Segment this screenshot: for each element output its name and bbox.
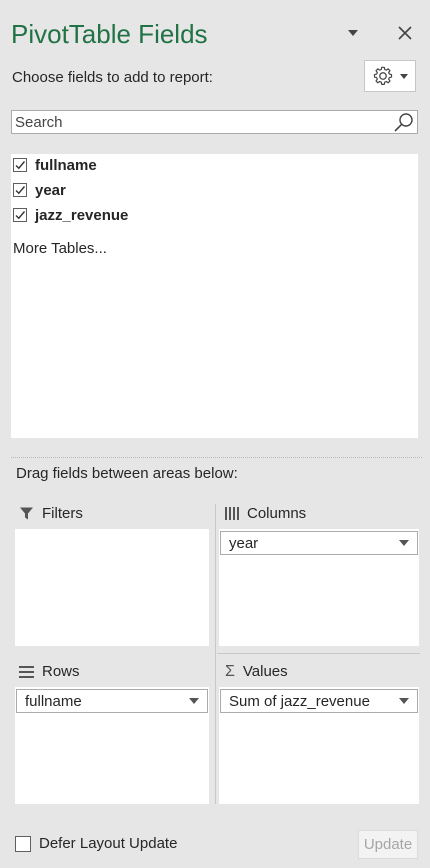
field-item-year[interactable]: year bbox=[13, 179, 66, 201]
rows-icon bbox=[19, 665, 34, 678]
field-item-jazz-revenue[interactable]: jazz_revenue bbox=[13, 204, 128, 226]
area-splitter-horizontal bbox=[217, 653, 420, 654]
checkmark-icon bbox=[15, 186, 26, 195]
columns-label: Columns bbox=[247, 505, 307, 522]
choose-fields-label: Choose fields to add to report: bbox=[12, 69, 213, 86]
close-icon bbox=[398, 26, 412, 40]
rows-label: Rows bbox=[42, 663, 80, 680]
field-checkbox-jazz-revenue[interactable] bbox=[13, 208, 27, 222]
filters-drop-area[interactable] bbox=[15, 529, 209, 646]
checkmark-icon bbox=[15, 161, 26, 170]
pill-label: Sum of jazz_revenue bbox=[229, 692, 370, 710]
rows-field-pill[interactable]: fullname bbox=[16, 689, 208, 713]
area-splitter-vertical[interactable] bbox=[215, 504, 216, 804]
field-list: fullname year jazz_revenue More Tables..… bbox=[11, 154, 418, 438]
chevron-down-icon[interactable] bbox=[399, 540, 409, 546]
defer-layout-option[interactable]: Defer Layout Update bbox=[15, 835, 177, 852]
defer-layout-label: Defer Layout Update bbox=[39, 835, 178, 852]
columns-area-header: Columns bbox=[225, 505, 306, 522]
pill-label: fullname bbox=[25, 692, 82, 710]
chevron-down-icon bbox=[400, 73, 408, 79]
rows-drop-area[interactable]: fullname bbox=[15, 687, 209, 804]
values-drop-area[interactable]: Sum of jazz_revenue bbox=[219, 687, 419, 804]
sigma-icon: Σ bbox=[225, 662, 235, 680]
field-label: fullname bbox=[35, 156, 97, 174]
drag-fields-label: Drag fields between areas below: bbox=[16, 465, 238, 482]
defer-layout-checkbox[interactable] bbox=[15, 835, 31, 852]
update-button[interactable]: Update bbox=[358, 830, 418, 859]
rows-area-header: Rows bbox=[19, 663, 80, 680]
search-field[interactable] bbox=[11, 110, 418, 134]
columns-icon bbox=[225, 507, 239, 520]
tools-button[interactable] bbox=[364, 60, 416, 92]
chevron-down-icon[interactable] bbox=[189, 698, 199, 704]
filters-area-header: Filters bbox=[19, 505, 83, 522]
columns-field-pill[interactable]: year bbox=[220, 531, 418, 555]
field-item-fullname[interactable]: fullname bbox=[13, 154, 97, 176]
values-field-pill[interactable]: Sum of jazz_revenue bbox=[220, 689, 418, 713]
gear-icon bbox=[373, 66, 393, 85]
columns-drop-area[interactable]: year bbox=[219, 529, 419, 646]
close-button[interactable] bbox=[395, 23, 415, 43]
search-input[interactable] bbox=[12, 111, 385, 133]
values-label: Values bbox=[242, 663, 288, 680]
more-tables-link[interactable]: More Tables... bbox=[13, 240, 107, 257]
chevron-down-icon[interactable] bbox=[399, 698, 409, 704]
filters-label: Filters bbox=[42, 505, 83, 522]
search-icon[interactable] bbox=[393, 112, 415, 132]
field-checkbox-year[interactable] bbox=[13, 183, 27, 197]
values-area-header: Σ Values bbox=[225, 663, 288, 680]
pane-options-dropdown[interactable] bbox=[344, 26, 362, 40]
pill-label: year bbox=[229, 534, 259, 552]
checkmark-icon bbox=[15, 211, 26, 220]
field-label: year bbox=[35, 181, 66, 199]
field-checkbox-fullname[interactable] bbox=[13, 158, 27, 172]
field-label: jazz_revenue bbox=[35, 206, 129, 224]
chevron-down-icon bbox=[348, 30, 358, 36]
pane-title: PivotTable Fields bbox=[11, 19, 208, 49]
filter-icon bbox=[20, 507, 33, 520]
section-divider bbox=[11, 457, 422, 458]
